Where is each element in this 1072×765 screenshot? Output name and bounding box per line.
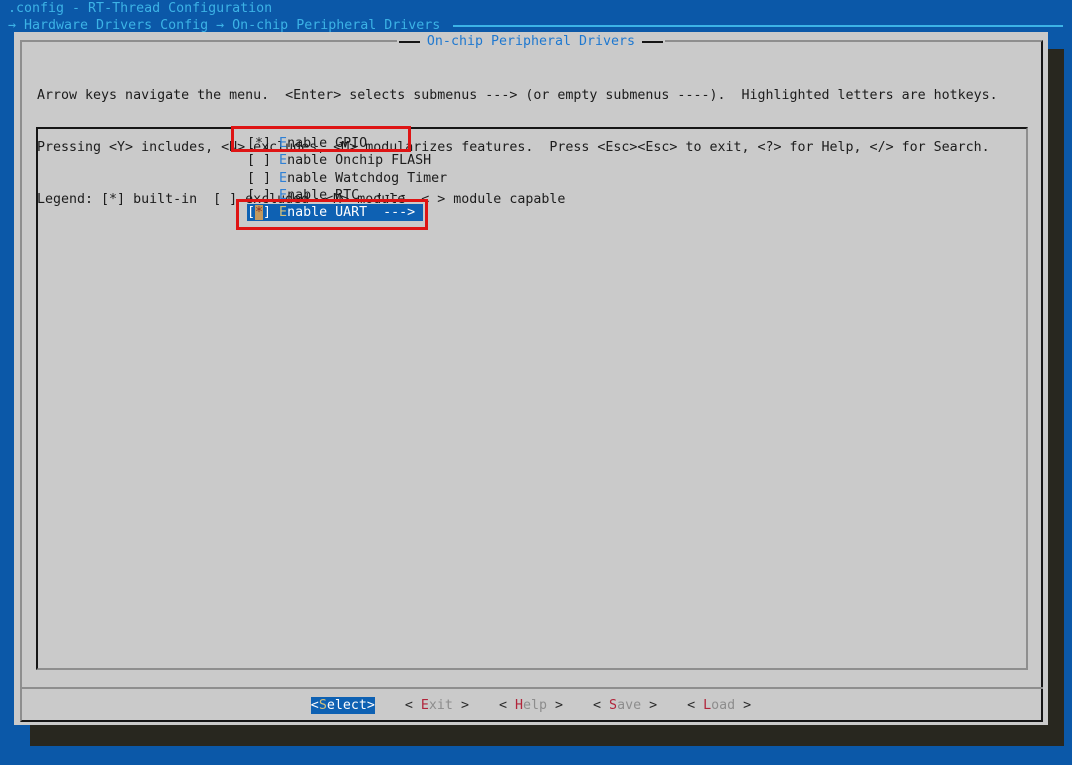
exit-button[interactable]: < Exit > <box>405 697 469 714</box>
button-hotkey: S <box>609 697 618 713</box>
button-hotkey: E <box>420 697 429 713</box>
button-separator <box>20 687 1043 689</box>
title-dash-left <box>398 40 420 43</box>
checkbox: [ <box>247 153 256 169</box>
breadcrumb-rule <box>453 25 1063 28</box>
help-button[interactable]: < Help > <box>499 697 563 714</box>
dialog-title: On-chip Peripheral Drivers <box>426 34 636 49</box>
menu-item-label: nable Watchdog Timer <box>287 170 448 186</box>
annotation-box-gpio <box>231 126 411 152</box>
hotkey-letter: E <box>279 153 288 169</box>
peripheral-drivers-dialog: On-chip Peripheral Drivers Arrow keys na… <box>14 32 1048 725</box>
button-label: elp <box>522 697 548 713</box>
hotkey-letter: E <box>279 170 288 186</box>
title-dash-right <box>642 40 664 43</box>
menu-item-enable-onchip-flash[interactable]: [ ] Enable Onchip FLASH <box>247 152 431 169</box>
load-button[interactable]: < Load > <box>687 697 751 714</box>
button-label: ave <box>617 697 642 713</box>
checkbox: [ <box>247 170 256 186</box>
annotation-box-uart <box>236 199 428 230</box>
instruction-line-1: Arrow keys navigate the menu. <Enter> se… <box>37 87 998 103</box>
menu-listbox <box>36 127 1028 670</box>
button-row: <Select> < Exit > < Help > < Save > < Lo… <box>14 696 1048 714</box>
button-label: xit <box>428 697 453 713</box>
button-hotkey: S <box>318 697 327 713</box>
save-button[interactable]: < Save > <box>593 697 657 714</box>
menu-item-label: nable Onchip FLASH <box>287 153 432 169</box>
select-button[interactable]: <Select> <box>310 696 375 714</box>
menu-item-enable-watchdog-timer[interactable]: [ ] Enable Watchdog Timer <box>247 170 447 187</box>
button-hotkey: H <box>514 697 523 713</box>
dialog-shadow-bottom <box>30 725 1064 746</box>
config-title: .config - RT-Thread Configuration <box>8 1 273 16</box>
button-label: oad <box>711 697 736 713</box>
dialog-title-row: On-chip Peripheral Drivers <box>14 33 1048 50</box>
button-label: elect <box>326 697 367 713</box>
dialog-shadow-right <box>1048 49 1064 746</box>
terminal-screen: .config - RT-Thread Configuration → Hard… <box>0 0 1072 765</box>
button-hotkey: L <box>703 697 712 713</box>
